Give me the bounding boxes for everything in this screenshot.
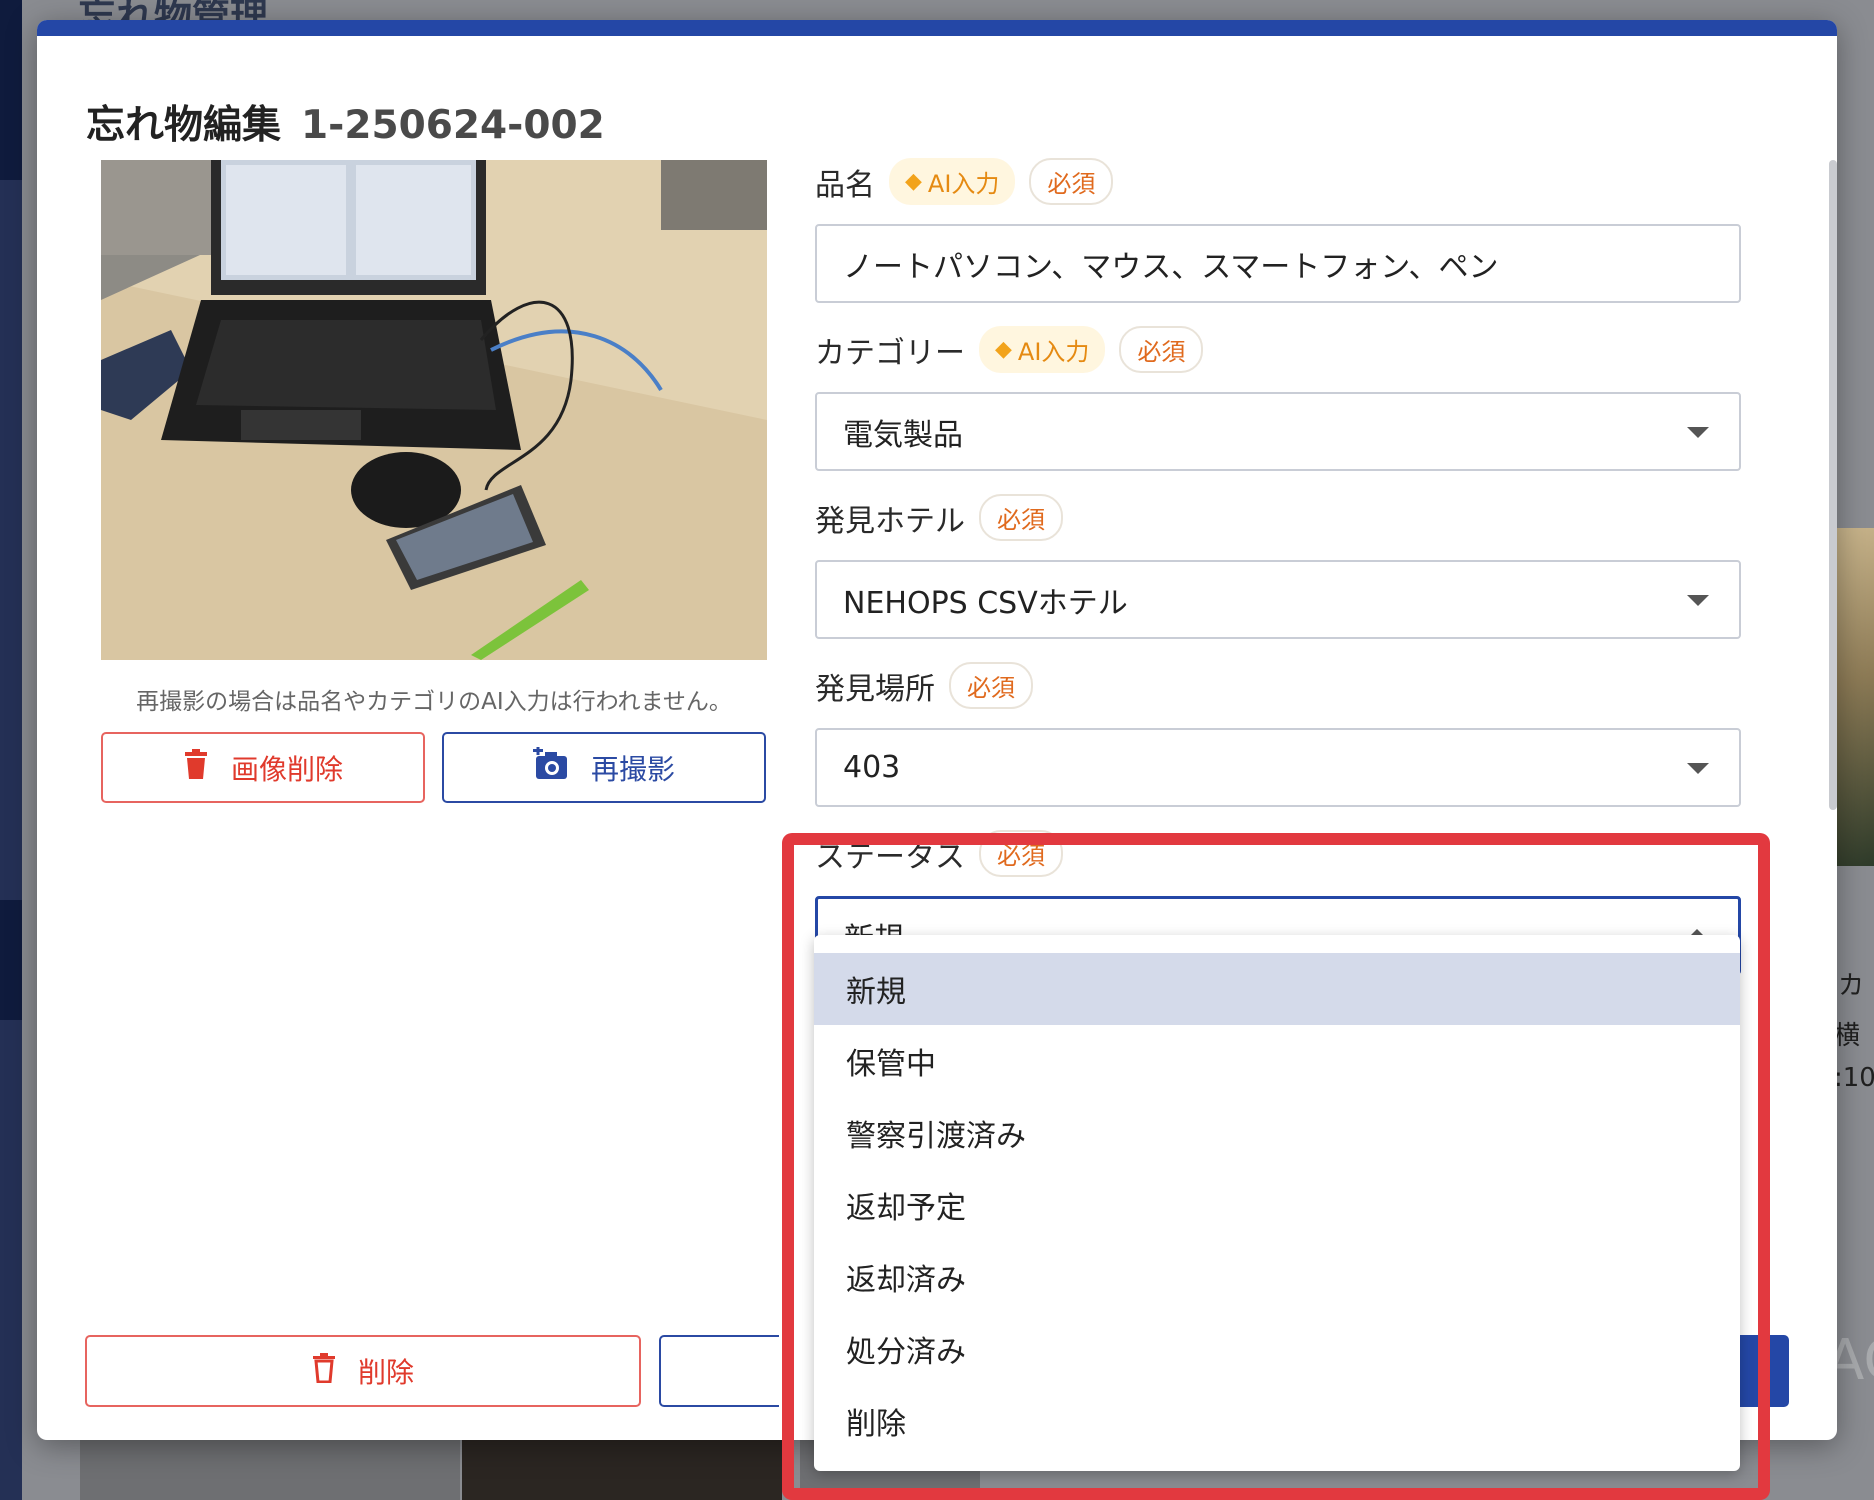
hotel-label-row: 発見ホテル 必須 [815,494,1063,541]
item-id: 1-250624-002 [301,103,605,148]
required-badge: 必須 [949,662,1033,709]
ai-input-badge: ◆ AI入力 [889,158,1016,205]
delete-image-label: 画像削除 [230,752,343,786]
primary-button[interactable] [1737,1335,1789,1407]
item-name-input[interactable]: ノートパソコン、マウス、スマートフォン、ペン [815,224,1741,303]
modal-title: 忘れ物編集 1-250624-002 [86,94,605,150]
status-option-stored[interactable]: 保管中 [814,1025,1740,1097]
item-name-value: ノートパソコン、マウス、スマートフォン、ペン [843,249,1499,285]
status-option-return-scheduled[interactable]: 返却予定 [814,1169,1740,1241]
background-card-image [462,1440,782,1500]
category-select[interactable]: 電気製品 [815,392,1741,471]
background-text: 横 [1834,1021,1861,1051]
add-camera-icon [532,746,569,788]
required-badge: 必須 [979,830,1063,877]
hotel-select[interactable]: NEHOPS CSVホテル [815,560,1741,639]
item-name-label: 品名 [815,167,875,203]
chevron-down-icon [1687,763,1709,774]
status-option-disposed[interactable]: 処分済み [814,1313,1740,1385]
ai-input-badge: ◆ AI入力 [979,326,1106,373]
trash-icon [183,749,209,786]
required-badge: 必須 [1029,158,1114,205]
hotel-label: 発見ホテル [815,503,965,539]
status-dropdown-menu: 新規 保管中 警察引渡済み 返却予定 返却済み 処分済み 削除 [814,935,1740,1471]
background-text: :10 [1834,1063,1874,1093]
delete-item-button[interactable]: 削除 [85,1335,641,1407]
background-thumbnail [1837,528,1874,866]
status-label-row: ステータス 必須 [815,830,1063,877]
trash-outline-icon [312,1352,336,1390]
photo-note: 再撮影の場合は品名やカテゴリのAI入力は行われません。 [136,689,732,715]
location-label-row: 発見場所 必須 [815,662,1033,709]
background-sidebar [0,0,22,1500]
secondary-button[interactable] [659,1335,779,1407]
diamond-icon: ◆ [905,169,922,194]
category-value: 電気製品 [843,417,963,453]
item-photo [101,160,767,660]
status-option-deleted[interactable]: 削除 [814,1385,1740,1457]
required-badge: 必須 [1119,326,1204,373]
background-text: カ [1838,971,1865,1001]
modal-scrollbar[interactable] [1829,160,1837,810]
location-value: 403 [843,750,901,785]
retake-label: 再撮影 [590,752,675,786]
status-option-police[interactable]: 警察引渡済み [814,1097,1740,1169]
item-name-label-row: 品名 ◆ AI入力 必須 [815,158,1114,205]
retake-photo-button[interactable]: 再撮影 [442,732,766,803]
chevron-down-icon [1687,595,1709,606]
category-label-row: カテゴリー ◆ AI入力 必須 [815,326,1204,373]
modal-title-text: 忘れ物編集 [86,103,282,148]
status-option-new[interactable]: 新規 [814,953,1740,1025]
modal-accent-bar [37,20,1837,36]
delete-image-button[interactable]: 画像削除 [101,732,425,803]
background-card [80,1440,460,1500]
required-badge: 必須 [979,494,1063,541]
delete-label: 削除 [357,1356,414,1389]
status-label: ステータス [815,839,965,875]
location-select[interactable]: 403 [815,728,1741,807]
category-label: カテゴリー [815,335,965,371]
chevron-down-icon [1687,427,1709,438]
diamond-icon: ◆ [995,337,1012,362]
hotel-value: NEHOPS CSVホテル [843,585,1128,621]
location-label: 発見場所 [815,671,935,707]
status-option-returned[interactable]: 返却済み [814,1241,1740,1313]
